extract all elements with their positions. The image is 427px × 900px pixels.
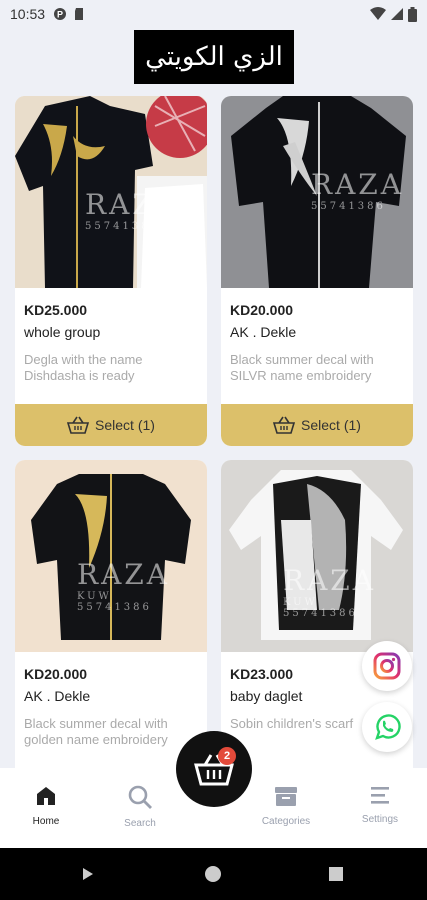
nav-label: Search: [124, 818, 156, 829]
watermark-text: RAZA: [77, 558, 170, 591]
product-card[interactable]: RAZA KUW 55741386 KD20.000 AK . Dekle Bl…: [15, 460, 207, 768]
product-description: Black summer decal with SILVR name embro…: [230, 352, 374, 383]
categories-icon: [275, 787, 297, 806]
home-circle-icon[interactable]: [205, 866, 221, 882]
instagram-button[interactable]: [362, 641, 412, 691]
basket-icon: [273, 416, 296, 434]
select-label: Select (1): [301, 417, 361, 433]
watermark-text: RAZA: [283, 564, 376, 597]
watermark-number: 55741386: [311, 201, 386, 212]
sd-card-icon: [75, 8, 84, 20]
product-name: AK . Dekle: [24, 688, 91, 704]
product-price: KD20.000: [230, 302, 294, 318]
watermark-text: RAZA: [311, 168, 404, 201]
watermark-number: 55741386: [283, 608, 358, 619]
recents-icon[interactable]: [329, 867, 343, 881]
nav-search[interactable]: Search: [100, 768, 180, 848]
app-notification-icon: P: [54, 8, 67, 20]
cart-count-badge: 2: [218, 747, 236, 765]
nav-home[interactable]: Home: [6, 768, 86, 848]
product-description: Black summer decal with golden name embr…: [24, 716, 168, 747]
product-image[interactable]: RAZA 55741386: [221, 96, 413, 288]
product-card[interactable]: RAZA 55741386 KD25.000 whole group Degla…: [15, 96, 207, 446]
system-navigation-bar: [0, 848, 427, 900]
product-image[interactable]: RAZA KUW 55741386: [15, 460, 207, 652]
product-description: Degla with the name Dishdasha is ready: [24, 352, 143, 383]
product-name: baby daglet: [230, 688, 303, 704]
app-logo: الزي الكويتي: [134, 30, 294, 84]
product-image[interactable]: RAZA 55741386: [15, 96, 207, 288]
nav-label: Settings: [361, 814, 399, 825]
watermark-text: RAZA: [85, 188, 178, 221]
basket-icon: [67, 416, 90, 434]
back-icon[interactable]: [83, 868, 93, 880]
select-label: Select (1): [95, 417, 155, 433]
settings-icon: [371, 787, 389, 804]
product-name: whole group: [24, 324, 101, 340]
search-icon: [128, 785, 152, 809]
product-card[interactable]: RAZA 55741386 KD20.000 AK . Dekle Black …: [221, 96, 413, 446]
product-grid[interactable]: RAZA 55741386 KD25.000 whole group Degla…: [15, 96, 413, 768]
thobe-illustration: [15, 460, 207, 652]
status-time: 10:53: [10, 6, 46, 22]
product-price: KD25.000: [24, 302, 88, 318]
nav-label: Home: [32, 816, 60, 827]
logo-text: الزي الكويتي: [145, 42, 283, 72]
battery-icon: [408, 6, 417, 22]
select-button[interactable]: Select (1): [15, 404, 207, 446]
watermark-number: 55741386: [77, 602, 152, 613]
watermark-mid: KUW: [283, 597, 318, 608]
nav-label: Categories: [261, 816, 311, 827]
product-image[interactable]: RAZA KUW 55741386: [221, 460, 413, 652]
product-price: KD20.000: [24, 666, 88, 682]
status-bar: 10:53 P: [0, 0, 427, 28]
product-name: AK . Dekle: [230, 324, 297, 340]
nav-settings[interactable]: Settings: [340, 768, 420, 848]
select-button[interactable]: Select (1): [221, 404, 413, 446]
watermark-mid: KUW: [77, 591, 112, 602]
cart-button[interactable]: 2: [176, 731, 252, 807]
signal-icon: [391, 8, 403, 20]
home-icon: [37, 787, 55, 805]
watermark-number: 55741386: [85, 221, 160, 232]
whatsapp-button[interactable]: [362, 702, 412, 752]
svg-text:P: P: [57, 10, 63, 20]
product-price: KD23.000: [230, 666, 294, 682]
system-nav-icons: [83, 866, 343, 882]
thobe-illustration: [221, 460, 413, 652]
wifi-icon: [370, 7, 386, 20]
instagram-icon: [373, 652, 401, 680]
nav-categories[interactable]: Categories: [246, 768, 326, 848]
whatsapp-icon: [375, 714, 401, 740]
